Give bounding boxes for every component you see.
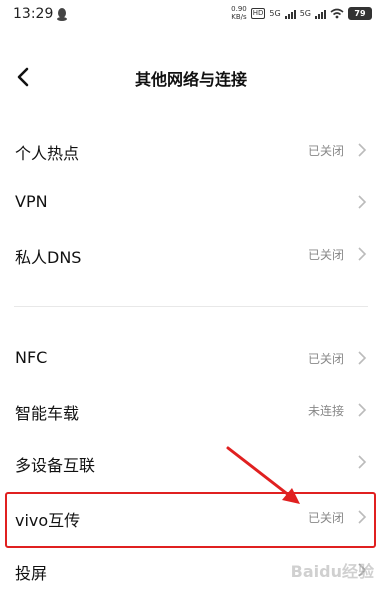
setting-item-multi-device[interactable]: 多设备互联: [0, 437, 382, 489]
setting-status: 已关闭: [307, 352, 344, 366]
chevron-right-icon: [358, 195, 367, 209]
chevron-right-icon: [358, 403, 367, 417]
setting-item-vpn[interactable]: VPN: [0, 177, 382, 229]
setting-label: 智能车载: [15, 404, 80, 423]
signal-2-icon: [315, 8, 326, 19]
highlight-box: [5, 492, 376, 548]
watermark: Baidu经验: [290, 562, 374, 581]
setting-label: 私人DNS: [15, 248, 82, 267]
setting-status: 已关闭: [307, 248, 344, 262]
network-speed: 0.90 KB/s: [231, 5, 247, 21]
chevron-right-icon: [358, 455, 367, 469]
signal-1-icon: [284, 8, 296, 19]
hd-badge: HD: [250, 7, 266, 19]
setting-status: 已关闭: [307, 144, 344, 158]
sim2-network-label: 5G: [299, 8, 311, 18]
page-title: 其他网络与连接: [134, 70, 247, 89]
setting-item-car[interactable]: 智能车载 未连接: [0, 385, 382, 437]
setting-item-nfc[interactable]: NFC 已关闭: [0, 333, 382, 385]
setting-label: NFC: [15, 348, 48, 367]
setting-label: VPN: [15, 192, 48, 211]
status-time: 13:29: [13, 6, 54, 22]
battery-icon: 79: [348, 6, 372, 20]
setting-item-private-dns[interactable]: 私人DNS 已关闭: [0, 229, 382, 281]
setting-status: 未连接: [307, 404, 344, 418]
section-divider: [14, 306, 368, 307]
wifi-icon: [330, 8, 344, 18]
setting-item-hotspot[interactable]: 个人热点 已关闭: [0, 125, 382, 177]
sim1-network-label: 5G: [269, 8, 281, 18]
nav-header: 其他网络与连接: [0, 58, 382, 98]
setting-label: 多设备互联: [15, 456, 96, 475]
setting-label: 个人热点: [15, 144, 80, 163]
chevron-right-icon: [358, 247, 367, 261]
chevron-right-icon: [358, 351, 367, 365]
status-indicators: 0.90 KB/s HD 5G 5G 79: [231, 5, 372, 21]
status-bar: 13:29 0.90 KB/s HD 5G 5G 79: [0, 0, 382, 30]
qq-penguin-icon: [57, 8, 67, 21]
setting-label: 投屏: [15, 564, 48, 583]
chevron-right-icon: [358, 143, 367, 157]
